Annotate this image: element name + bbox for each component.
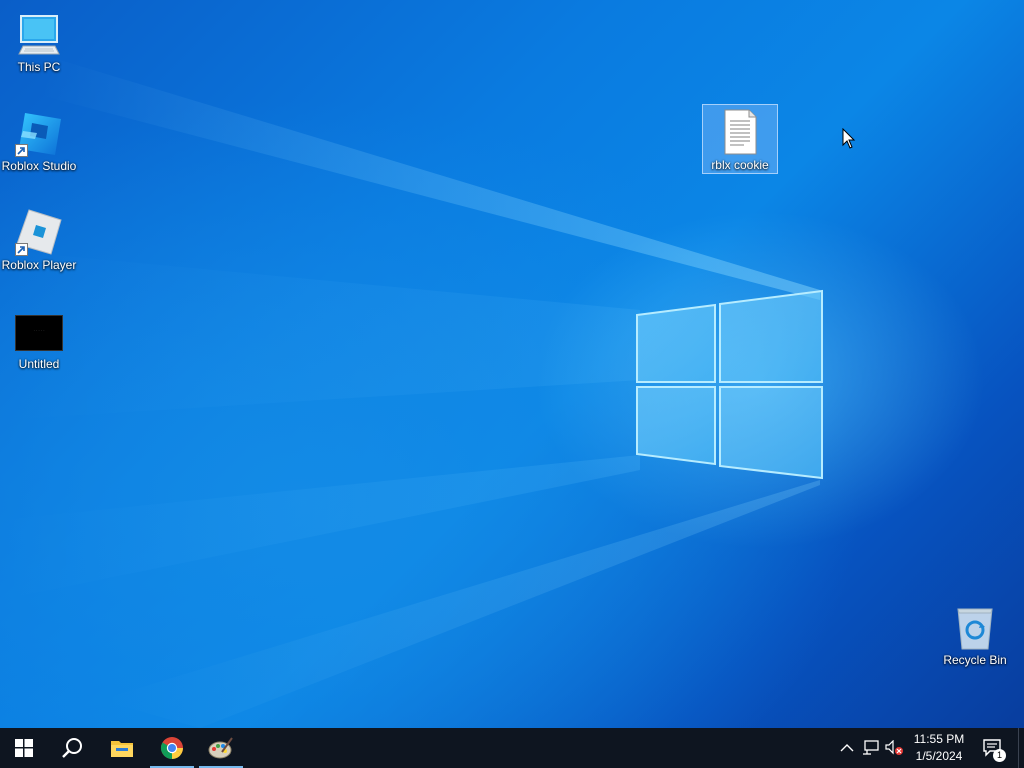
recycle-bin-icon bbox=[951, 603, 999, 651]
shortcut-arrow-icon bbox=[15, 243, 28, 256]
taskbar: 11:55 PM 1/5/2024 1 bbox=[0, 728, 1024, 768]
desktop-icon-label: Recycle Bin bbox=[943, 653, 1007, 667]
desktop-icon-this-pc[interactable]: This PC bbox=[1, 4, 77, 74]
chevron-up-icon bbox=[840, 744, 854, 752]
mouse-cursor-icon bbox=[842, 128, 856, 149]
clock[interactable]: 11:55 PM 1/5/2024 bbox=[906, 731, 972, 765]
action-center-button[interactable]: 1 bbox=[981, 738, 1006, 762]
text-document-icon bbox=[716, 108, 764, 156]
volume-button[interactable] bbox=[885, 738, 905, 758]
monitor-icon bbox=[15, 10, 63, 58]
show-hidden-icons-button[interactable] bbox=[837, 738, 857, 758]
windows-logo-icon bbox=[15, 739, 33, 757]
desktop-icon-label: Roblox Player bbox=[1, 258, 77, 272]
desktop-icon-label: Roblox Studio bbox=[1, 159, 77, 173]
file-explorer-button[interactable] bbox=[98, 728, 146, 768]
shortcut-arrow-icon bbox=[15, 144, 28, 157]
paint-palette-icon bbox=[208, 737, 233, 759]
paint-button[interactable] bbox=[197, 728, 245, 768]
black-image-thumbnail: · · · · · bbox=[15, 315, 63, 351]
clock-time: 11:55 PM bbox=[913, 732, 965, 746]
desktop-icon-untitled[interactable]: · · · · · Untitled bbox=[1, 301, 77, 371]
chrome-button[interactable] bbox=[148, 728, 196, 768]
show-desktop-button[interactable] bbox=[1018, 728, 1024, 768]
desktop-icon-roblox-player[interactable]: Roblox Player bbox=[1, 202, 77, 272]
network-icon bbox=[863, 740, 879, 755]
search-button[interactable] bbox=[48, 728, 96, 768]
roblox-player-icon bbox=[15, 208, 63, 256]
desktop[interactable]: This PC Roblox Studio Roblox Player · · … bbox=[0, 0, 1024, 728]
desktop-icon-roblox-studio[interactable]: Roblox Studio bbox=[1, 103, 77, 173]
network-button[interactable] bbox=[861, 738, 881, 758]
chrome-icon bbox=[161, 737, 183, 759]
wallpaper-windows-logo bbox=[636, 289, 823, 480]
desktop-icon-label: This PC bbox=[17, 60, 61, 74]
desktop-icon-rblx-cookie[interactable]: rblx cookie bbox=[702, 104, 778, 174]
wallpaper-light-beams bbox=[0, 60, 820, 728]
desktop-icon-label: Untitled bbox=[18, 357, 60, 371]
notification-count-badge: 1 bbox=[993, 749, 1006, 762]
clock-date: 1/5/2024 bbox=[915, 749, 963, 763]
search-icon bbox=[62, 738, 82, 758]
thumbnail-text: · · · · · bbox=[33, 328, 45, 333]
roblox-studio-icon bbox=[15, 109, 63, 157]
start-button[interactable] bbox=[0, 728, 48, 768]
desktop-icon-label: rblx cookie bbox=[711, 158, 769, 172]
folder-icon bbox=[111, 741, 133, 757]
desktop-icon-recycle-bin[interactable]: Recycle Bin bbox=[937, 597, 1013, 667]
volume-muted-icon bbox=[885, 740, 903, 755]
